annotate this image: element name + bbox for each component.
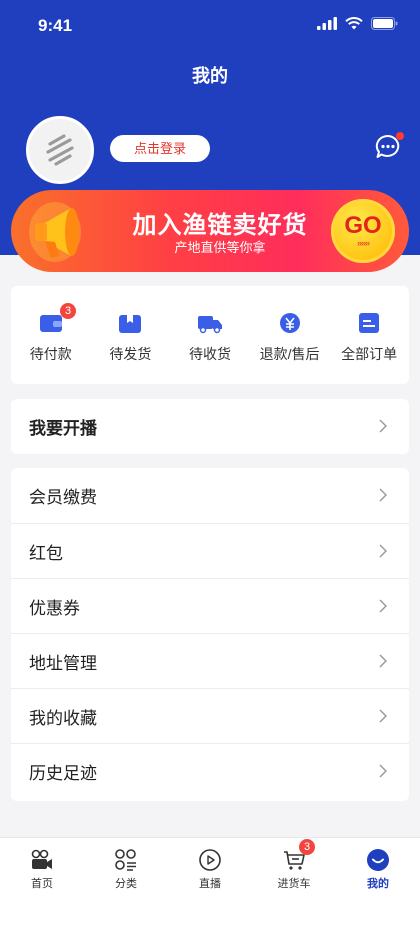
order-label: 待发货 bbox=[109, 346, 152, 362]
package-icon bbox=[119, 315, 142, 333]
tab-label: 分类 bbox=[115, 878, 137, 890]
tab-home[interactable]: 首页 bbox=[0, 838, 84, 941]
tab-label: 直播 bbox=[199, 878, 221, 890]
order-pending-shipment[interactable]: 待发货 bbox=[91, 286, 171, 384]
row-label: 会员缴费 bbox=[29, 487, 97, 507]
promo-banner[interactable]: 加入渔链卖好货 产地直供等你拿 GO »»» bbox=[11, 190, 409, 272]
menu-red-packet[interactable]: 红包 bbox=[11, 524, 409, 578]
wifi-icon bbox=[345, 17, 363, 30]
refund-icon bbox=[279, 313, 300, 333]
avatar-logo-icon bbox=[46, 134, 74, 166]
status-bar: 9:41 bbox=[0, 0, 420, 54]
tab-category[interactable]: 分类 bbox=[84, 838, 168, 941]
profile-icon bbox=[367, 849, 389, 871]
go-button[interactable]: GO »»» bbox=[331, 199, 395, 263]
bottom-tab-bar: 首页 分类 直播 3 进货车 我的 bbox=[0, 837, 420, 941]
order-refund[interactable]: 退款/售后 bbox=[250, 286, 330, 384]
row-label: 优惠券 bbox=[29, 598, 80, 618]
chevron-right-icon bbox=[379, 544, 387, 558]
go-arrows: »»» bbox=[356, 238, 370, 248]
tab-label: 进货车 bbox=[277, 878, 311, 890]
order-pending-payment[interactable]: 3 待付款 bbox=[11, 286, 91, 384]
menu-address[interactable]: 地址管理 bbox=[11, 634, 409, 688]
row-label: 我的收藏 bbox=[29, 708, 97, 728]
order-list-icon bbox=[359, 313, 380, 333]
order-all[interactable]: 全部订单 bbox=[329, 286, 409, 384]
chevron-right-icon bbox=[379, 709, 387, 723]
go-label: GO bbox=[344, 212, 382, 239]
order-pending-receipt[interactable]: 待收货 bbox=[170, 286, 250, 384]
battery-icon bbox=[371, 17, 398, 30]
chevron-right-icon bbox=[379, 599, 387, 613]
live-card: 我要开播 bbox=[11, 399, 409, 454]
row-label: 红包 bbox=[29, 543, 63, 563]
row-label: 历史足迹 bbox=[29, 763, 97, 783]
menu-history[interactable]: 历史足迹 bbox=[11, 744, 409, 798]
category-icon bbox=[115, 849, 136, 871]
order-label: 全部订单 bbox=[341, 346, 398, 362]
start-live-row[interactable]: 我要开播 bbox=[11, 399, 409, 453]
signal-icon bbox=[317, 17, 337, 30]
chevron-right-icon bbox=[379, 419, 387, 433]
page-title: 我的 bbox=[192, 66, 228, 86]
home-camera-icon bbox=[31, 849, 52, 869]
live-play-icon bbox=[199, 849, 221, 871]
order-badge: 3 bbox=[60, 303, 76, 319]
cart-badge: 3 bbox=[299, 839, 315, 855]
wallet-icon bbox=[39, 315, 62, 332]
menu-favorites[interactable]: 我的收藏 bbox=[11, 689, 409, 743]
tab-profile[interactable]: 我的 bbox=[336, 838, 420, 941]
login-button[interactable]: 点击登录 bbox=[110, 135, 210, 162]
avatar[interactable] bbox=[26, 116, 94, 184]
tab-label: 我的 bbox=[367, 878, 389, 890]
order-label: 待收货 bbox=[188, 346, 231, 362]
menu-coupons[interactable]: 优惠券 bbox=[11, 579, 409, 633]
orders-card: 3 待付款 待发货 待收货 退款/售后 全部订单 bbox=[11, 286, 409, 384]
status-icons bbox=[317, 17, 398, 30]
chevron-right-icon bbox=[379, 764, 387, 778]
menu-membership[interactable]: 会员缴费 bbox=[11, 468, 409, 522]
tab-live[interactable]: 直播 bbox=[168, 838, 252, 941]
order-label: 退款/售后 bbox=[259, 346, 320, 362]
status-time: 9:41 bbox=[38, 16, 73, 35]
tab-cart[interactable]: 3 进货车 bbox=[252, 838, 336, 941]
tab-label: 首页 bbox=[31, 878, 53, 890]
order-label: 待付款 bbox=[29, 346, 72, 362]
row-label: 我要开播 bbox=[29, 418, 97, 438]
message-dot bbox=[396, 132, 404, 140]
menu-card: 会员缴费 红包 优惠券 地址管理 我的收藏 历史足迹 bbox=[11, 468, 409, 801]
chevron-right-icon bbox=[379, 654, 387, 668]
row-label: 地址管理 bbox=[29, 653, 97, 673]
truck-icon bbox=[197, 316, 222, 334]
chevron-right-icon bbox=[379, 488, 387, 502]
